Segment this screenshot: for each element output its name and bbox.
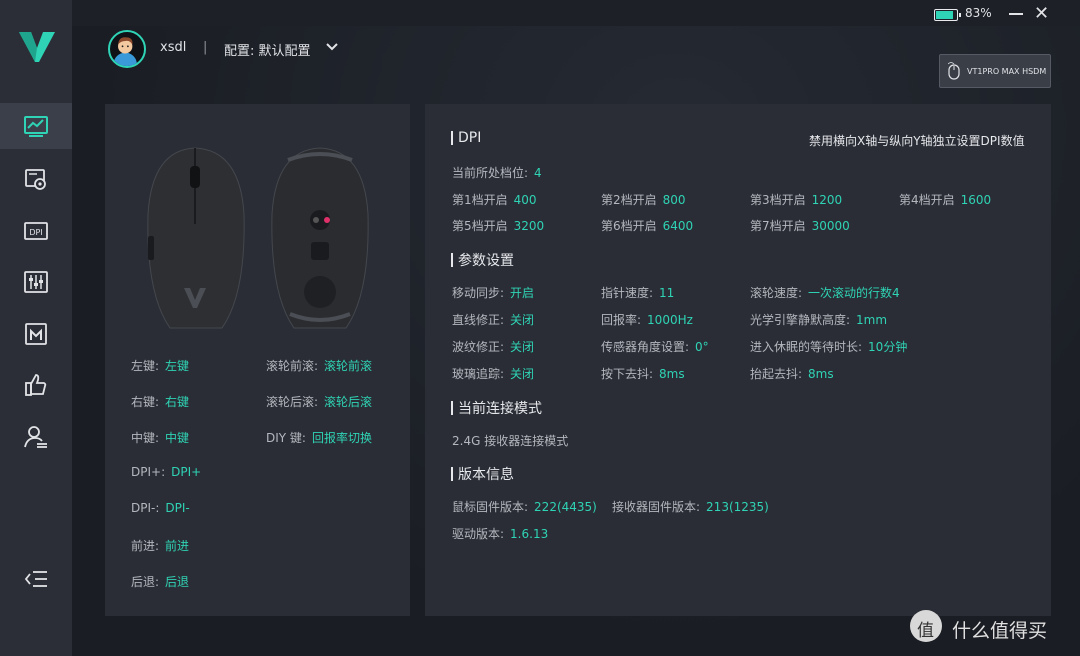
battery-level: [936, 11, 953, 19]
key-right[interactable]: 右键: 右键: [131, 393, 189, 410]
header-separator: |: [203, 40, 208, 55]
key-left[interactable]: 左键: 左键: [131, 357, 189, 374]
param-item: 抬起去抖: 8ms: [750, 367, 834, 381]
receiver-firmware-version: 接收器固件版本: 213(1235): [612, 500, 769, 514]
connection-mode: 2.4G 接收器连接模式: [452, 434, 569, 448]
key-wheel-forward[interactable]: 滚轮前滚: 滚轮前滚: [266, 357, 372, 374]
minimize-button[interactable]: [1009, 13, 1023, 15]
thumbs-up-icon: [25, 374, 47, 396]
param-item: 指针速度: 11: [601, 286, 675, 300]
param-item: 回报率: 1000Hz: [601, 313, 693, 327]
close-button[interactable]: ✕: [1034, 5, 1049, 23]
app-logo: [19, 32, 55, 62]
key-middle[interactable]: 中键: 中键: [131, 429, 189, 446]
mouse-firmware-version: 鼠标固件版本: 222(4435): [452, 500, 597, 514]
dpi-level: 第4档开启 1600: [899, 193, 992, 207]
version-section-title: 版本信息: [451, 464, 514, 484]
dpi-level: 第6档开启 6400: [601, 219, 694, 233]
nav-macro[interactable]: [0, 311, 72, 357]
collapse-menu-icon: [24, 571, 47, 587]
key-back[interactable]: 后退: 后退: [131, 573, 189, 590]
nav-user[interactable]: [0, 414, 72, 460]
dpi-level: 第3档开启 1200: [750, 193, 843, 207]
key-dpi-up[interactable]: DPI+: DPI+: [131, 465, 201, 479]
mouse-top-view-image: [147, 147, 245, 329]
dpi-section-title: DPI: [451, 130, 481, 146]
param-item: 按下去抖: 8ms: [601, 367, 685, 381]
watermark-text: 什么值得买: [952, 620, 1048, 642]
connection-section-title: 当前连接模式: [451, 398, 542, 418]
sidebar: DPI: [0, 0, 72, 656]
dpi-icon: DPI: [24, 222, 48, 240]
dpi-level: 第7档开启 30000: [750, 219, 850, 233]
param-item: 波纹修正: 关闭: [452, 340, 535, 354]
wireless-mouse-icon: [948, 62, 960, 80]
key-dpi-down[interactable]: DPI-: DPI-: [131, 501, 190, 515]
mouse-bottom-view-image: [271, 147, 369, 329]
device-name: VT1PRO MAX HSDM: [967, 66, 1047, 76]
param-item: 传感器角度设置: 0°: [601, 340, 709, 354]
params-section-title: 参数设置: [451, 250, 514, 270]
dpi-axis-note: 禁用横向X轴与纵向Y轴独立设置DPI数值: [809, 134, 1025, 148]
nav-equalizer[interactable]: [0, 259, 72, 305]
key-wheel-back[interactable]: 滚轮后滚: 滚轮后滚: [266, 393, 372, 410]
nav-dpi[interactable]: DPI: [0, 208, 72, 254]
dpi-current-level: 当前所处档位: 4: [452, 166, 542, 180]
macro-icon: [25, 323, 47, 345]
param-item: 玻璃追踪: 关闭: [452, 367, 535, 381]
battery-percent: 83%: [965, 6, 992, 20]
key-forward[interactable]: 前进: 前进: [131, 537, 189, 554]
avatar[interactable]: [108, 30, 146, 68]
device-selector-button[interactable]: VT1PRO MAX HSDM: [939, 54, 1051, 88]
chevron-down-icon[interactable]: [326, 42, 338, 52]
dpi-level: 第5档开启 3200: [452, 219, 545, 233]
profile-selector[interactable]: 配置: 默认配置: [224, 40, 311, 59]
performance-icon: [24, 116, 48, 137]
nav-like[interactable]: [0, 362, 72, 408]
watermark-logo: 值: [910, 610, 942, 642]
param-item: 进入休眠的等待时长: 10分钟: [750, 340, 908, 354]
svg-text:DPI: DPI: [29, 228, 42, 237]
nav-performance[interactable]: [0, 103, 72, 149]
user-settings-icon: [24, 426, 47, 448]
nav-settings[interactable]: [0, 156, 72, 202]
param-item: 移动同步: 开启: [452, 286, 535, 300]
battery-icon: [934, 9, 961, 21]
username: xsdl: [160, 40, 187, 55]
param-item: 直线修正: 关闭: [452, 313, 535, 327]
equalizer-icon: [24, 271, 48, 293]
dpi-level: 第2档开启 800: [601, 193, 686, 207]
avatar-image: [113, 37, 137, 66]
driver-version: 驱动版本: 1.6.13: [452, 527, 549, 541]
nav-collapse[interactable]: [0, 556, 72, 602]
param-item: 光学引擎静默高度: 1mm: [750, 313, 888, 327]
title-bar: [72, 0, 1080, 26]
param-item: 滚轮速度: 一次滚动的行数4: [750, 286, 900, 300]
key-diy[interactable]: DIY 键: 回报率切换: [266, 429, 372, 446]
dpi-level: 第1档开启 400: [452, 193, 537, 207]
settings-icon: [25, 169, 46, 190]
